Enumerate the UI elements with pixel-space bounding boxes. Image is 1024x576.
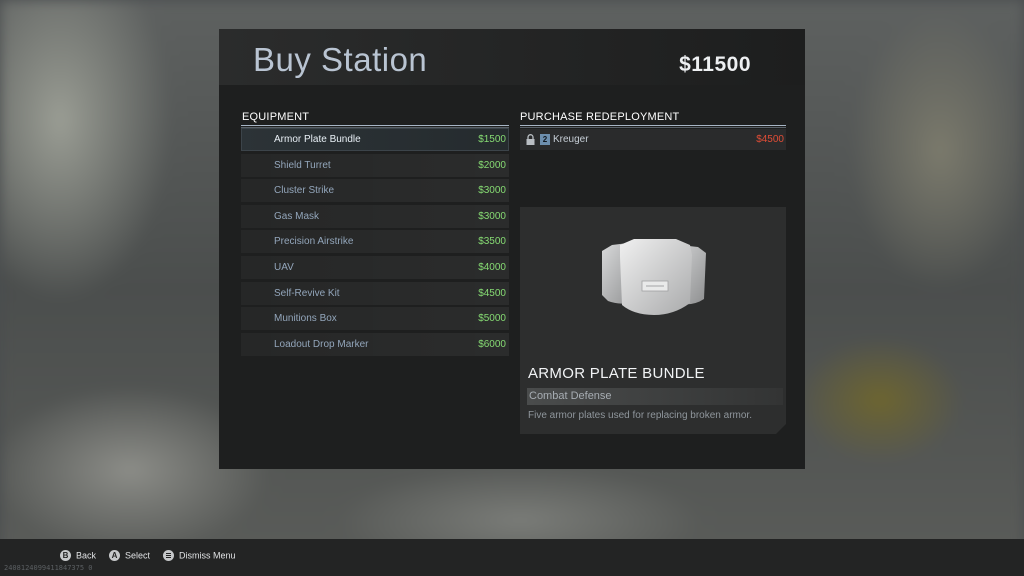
equipment-item-name: Shield Turret xyxy=(274,159,331,171)
equipment-item-name: UAV xyxy=(274,261,294,273)
equipment-item-price: $3000 xyxy=(478,210,506,222)
equipment-item-name: Cluster Strike xyxy=(274,185,335,197)
equipment-item-price: $1500 xyxy=(478,134,506,145)
redeploy-price: $4500 xyxy=(756,134,784,145)
equipment-item-price: $6000 xyxy=(478,338,506,350)
lock-icon xyxy=(526,134,535,145)
equipment-list: Armor Plate Bundle $1500 Shield Turret $200… xyxy=(241,128,509,358)
armor-plates-icon xyxy=(598,237,710,317)
equipment-item[interactable]: Cluster Strike $3000 xyxy=(241,179,509,203)
equipment-item[interactable]: Armor Plate Bundle $1500 xyxy=(241,128,509,151)
equipment-item-name: Gas Mask xyxy=(274,210,320,222)
back-hint[interactable]: B Back xyxy=(60,550,96,564)
equipment-item-price: $2000 xyxy=(478,159,506,171)
item-description: Five armor plates used for replacing bro… xyxy=(528,410,752,421)
back-hint-label: Back xyxy=(76,550,97,561)
redeployment-heading: PURCHASE REDEPLOYMENT xyxy=(520,111,680,123)
redeploy-player-row[interactable]: 2 Kreuger $4500 xyxy=(520,129,786,150)
equipment-item-price: $4500 xyxy=(478,287,506,299)
equipment-item-price: $3500 xyxy=(478,236,506,248)
equipment-item[interactable]: Munitions Box $5000 xyxy=(241,307,509,331)
equipment-item[interactable]: Self-Revive Kit $4500 xyxy=(241,281,509,305)
equipment-item-name: Precision Airstrike xyxy=(274,236,354,248)
equipment-item-name: Self-Revive Kit xyxy=(274,287,340,299)
equipment-item-name: Munitions Box xyxy=(274,313,337,325)
equipment-item-price: $5000 xyxy=(478,313,506,325)
equipment-heading: EQUIPMENT xyxy=(242,111,310,123)
player-name: Kreuger xyxy=(553,134,589,145)
redeployment-divider-shadow xyxy=(520,127,786,128)
build-id: 2408124099411847375 0 xyxy=(4,564,93,572)
menu-button-icon xyxy=(163,550,174,562)
equipment-item-price: $4000 xyxy=(478,261,506,273)
equipment-item[interactable]: Loadout Drop Marker $6000 xyxy=(241,332,509,356)
item-category: Combat Defense xyxy=(529,390,612,402)
panel-header: Buy Station $11500 xyxy=(219,29,805,85)
dismiss-menu-hint[interactable]: Dismiss Menu xyxy=(163,550,236,564)
a-button-icon: A xyxy=(109,550,120,562)
equipment-item[interactable]: UAV $4000 xyxy=(241,255,509,279)
redeployment-divider xyxy=(520,125,786,126)
select-hint-label: Select xyxy=(125,550,151,561)
item-name: ARMOR PLATE BUNDLE xyxy=(528,365,705,382)
b-button-icon: B xyxy=(60,550,71,562)
page-title: Buy Station xyxy=(253,41,428,78)
item-category-bar: Combat Defense xyxy=(527,388,783,405)
control-hints-bar: B Back A Select Dismiss Menu 2408124099411… xyxy=(0,539,1024,576)
buy-station-panel: Buy Station $11500 EQUIPMENT Armor Plate… xyxy=(219,29,805,469)
cash-balance: $11500 xyxy=(679,53,751,76)
equipment-item[interactable]: Shield Turret $2000 xyxy=(241,153,509,177)
equipment-item-price: $3000 xyxy=(478,185,506,197)
equipment-item[interactable]: Precision Airstrike $3500 xyxy=(241,230,509,254)
select-hint[interactable]: A Select xyxy=(109,550,150,564)
player-level-badge: 2 xyxy=(540,134,550,145)
equipment-item-name: Loadout Drop Marker xyxy=(274,338,369,350)
equipment-item[interactable]: Gas Mask $3000 xyxy=(241,204,509,228)
dismiss-hint-label: Dismiss Menu xyxy=(179,550,236,561)
item-detail-card: ARMOR PLATE BUNDLE Combat Defense Five a… xyxy=(520,207,786,434)
equipment-item-name: Armor Plate Bundle xyxy=(274,134,361,145)
equipment-divider xyxy=(241,125,509,126)
